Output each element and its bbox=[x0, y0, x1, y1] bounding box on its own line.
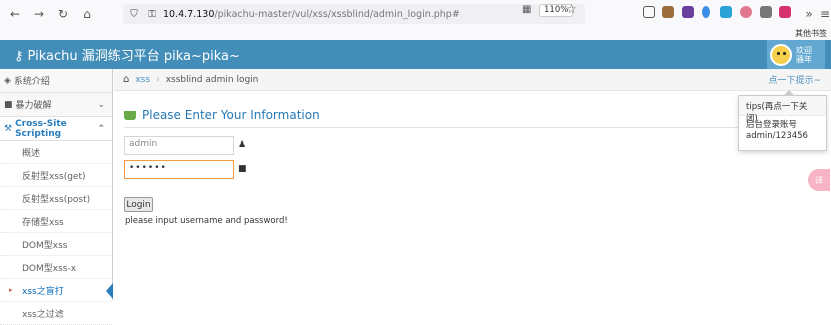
avatar bbox=[770, 43, 792, 66]
extension-icon[interactable] bbox=[720, 6, 732, 18]
sidebar-item-label: 系统介绍 bbox=[13, 77, 50, 87]
sidebar-item-intro[interactable]: ◈ 系统介绍 bbox=[0, 69, 112, 93]
qr-code-icon[interactable]: ▦ bbox=[522, 4, 531, 15]
bookmark-star-icon[interactable]: ☆ bbox=[566, 2, 577, 16]
sidebar-subitem-filter[interactable]: xss之过滤 bbox=[0, 302, 112, 325]
hamburger-menu-icon[interactable]: ≡ bbox=[816, 5, 831, 23]
login-button[interactable]: Login bbox=[124, 197, 153, 212]
form-heading: Please Enter Your Information bbox=[124, 108, 320, 122]
sidebar-subitem-dom[interactable]: DOM型xss bbox=[0, 233, 112, 256]
username-text: 骚年 bbox=[796, 54, 812, 64]
user-icon: ♟ bbox=[238, 140, 247, 150]
sidebar-subitem-label: xss之过滤 bbox=[22, 309, 64, 320]
shield-icon[interactable]: ⛉ bbox=[127, 9, 141, 20]
lock-icon: ■ bbox=[4, 99, 13, 110]
breadcrumb-separator-icon: › bbox=[156, 74, 160, 85]
sidebar-subitem-reflected-get[interactable]: 反射型xss(get) bbox=[0, 164, 112, 187]
extension-icon[interactable] bbox=[740, 6, 752, 18]
lock-icon[interactable]: ⚿ bbox=[145, 9, 159, 20]
extension-icon[interactable] bbox=[760, 6, 772, 18]
password-input[interactable]: •••••• bbox=[124, 160, 234, 179]
breadcrumb-section[interactable]: xss bbox=[135, 75, 150, 85]
tips-link[interactable]: 点一下提示~ bbox=[768, 73, 821, 86]
sidebar-subitem-label: 存储型xss bbox=[22, 217, 64, 228]
site-header: ⚷ Pikachu 漏洞练习平台 pika~pika~ 欢迎 骚年 bbox=[0, 40, 831, 69]
sidebar-subitem-label: DOM型xss-x bbox=[22, 263, 77, 274]
browser-toolbar: ← → ↻ ⌂ ⛉ ⚿ 10.4.7.130/pikachu-master/vu… bbox=[0, 0, 831, 28]
home-browser-icon[interactable]: ⌂ bbox=[78, 5, 96, 23]
sidebar: ◈ 系统介绍 ■ 暴力破解 ⌄ ⚒ Cross-Site Scripting ⌃ 概述 反… bbox=[0, 69, 113, 325]
sidebar-subitem-label: 反射型xss(post) bbox=[22, 194, 91, 205]
url-path: /pikachu-master/vul/xss/xssblind/admin_l… bbox=[214, 8, 460, 20]
coffee-icon bbox=[124, 110, 136, 120]
sidebar-subitem-label: DOM型xss bbox=[22, 240, 68, 251]
site-title-text: Pikachu 漏洞练习平台 pika~pika~ bbox=[27, 49, 240, 64]
popover-line2: admin/123456 bbox=[746, 131, 808, 141]
url-bar[interactable]: ⛉ ⚿ 10.4.7.130/pikachu-master/vul/xss/xs… bbox=[123, 4, 585, 24]
extension-icon[interactable] bbox=[662, 6, 674, 18]
home-icon[interactable]: ⌂ bbox=[123, 74, 129, 85]
breadcrumb: ⌂ xss › xssblind admin login 点一下提示~ bbox=[114, 69, 831, 91]
tag-icon: ◈ bbox=[4, 75, 11, 86]
form-hint: please input username and password! bbox=[125, 216, 288, 226]
chevron-up-icon: ⌃ bbox=[97, 123, 105, 134]
chevron-down-icon: ⌄ bbox=[97, 99, 105, 110]
sidebar-item-bruteforce[interactable]: ■ 暴力破解 ⌄ bbox=[0, 93, 112, 117]
sidebar-item-label: 暴力破解 bbox=[15, 101, 52, 111]
extension-icon[interactable] bbox=[702, 6, 710, 18]
sidebar-subitem-reflected-post[interactable]: 反射型xss(post) bbox=[0, 187, 112, 210]
popover-line1: 后台登录账号 bbox=[746, 120, 798, 130]
site-title[interactable]: ⚷ Pikachu 漏洞练习平台 pika~pika~ bbox=[14, 45, 240, 64]
key-icon: ⚷ bbox=[14, 49, 24, 64]
welcome-text: 欢迎 bbox=[796, 45, 812, 55]
sidebar-subitem-blind[interactable]: ▸ xss之盲打 bbox=[0, 279, 113, 302]
forward-icon[interactable]: → bbox=[30, 5, 48, 23]
tips-popover[interactable]: tips(再点一下关闭) 后台登录账号 admin/123456 bbox=[738, 90, 827, 151]
translate-float-button[interactable]: 译 bbox=[808, 169, 830, 191]
extension-icon[interactable] bbox=[682, 6, 694, 18]
sidebar-subitem-dom-x[interactable]: DOM型xss-x bbox=[0, 256, 112, 279]
form-heading-text: Please Enter Your Information bbox=[142, 108, 320, 122]
sidebar-subitem-overview[interactable]: 概述 bbox=[0, 141, 112, 164]
sidebar-item-xss[interactable]: ⚒ Cross-Site Scripting ⌃ bbox=[0, 117, 112, 141]
extension-icon[interactable] bbox=[643, 6, 655, 18]
other-bookmarks[interactable]: 其他书签 bbox=[795, 28, 827, 39]
username-input[interactable]: admin bbox=[124, 136, 234, 155]
url-host: 10.4.7.130 bbox=[163, 8, 215, 20]
reload-icon[interactable]: ↻ bbox=[54, 5, 72, 23]
user-menu[interactable]: 欢迎 骚年 bbox=[767, 40, 825, 69]
lock-icon: ■ bbox=[238, 164, 247, 174]
wrench-icon: ⚒ bbox=[4, 123, 13, 134]
extension-icon[interactable] bbox=[779, 6, 791, 18]
divider bbox=[124, 127, 824, 128]
sidebar-subitem-label: 反射型xss(get) bbox=[22, 171, 86, 182]
back-icon[interactable]: ← bbox=[6, 5, 24, 23]
active-bullet-icon: ▸ bbox=[9, 286, 13, 294]
sidebar-subitem-stored[interactable]: 存储型xss bbox=[0, 210, 112, 233]
breadcrumb-current: xssblind admin login bbox=[165, 74, 259, 85]
sidebar-subitem-label: xss之盲打 bbox=[22, 286, 64, 297]
active-indicator bbox=[106, 283, 113, 299]
sidebar-subitem-label: 概述 bbox=[22, 148, 41, 159]
popover-title[interactable]: tips(再点一下关闭) bbox=[739, 96, 826, 124]
bookmarks-bar: 其他书签 bbox=[0, 28, 831, 40]
